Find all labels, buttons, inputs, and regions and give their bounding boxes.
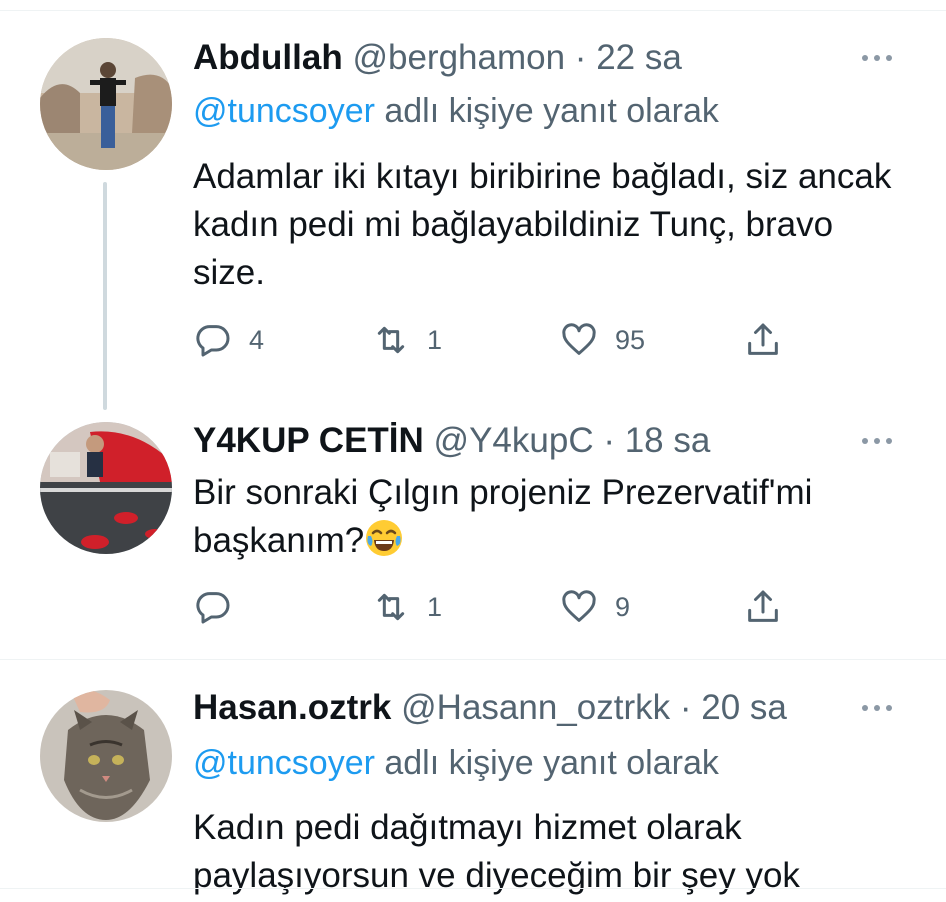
joy-emoji (366, 520, 403, 556)
avatar[interactable] (40, 422, 172, 554)
user-handle[interactable]: @berghamon (352, 38, 565, 77)
tweet-header: Abdullah @berghamon · 22 sa (193, 38, 682, 78)
replying-label: adlı kişiye yanıt olarak (374, 744, 719, 782)
timestamp[interactable]: 18 sa (625, 421, 711, 460)
like-button[interactable]: 95 (559, 320, 645, 360)
timestamp[interactable]: 22 sa (596, 38, 682, 77)
replying-to: @tuncsoyer adlı kişiye yanıt olarak (193, 743, 719, 783)
mention-link[interactable]: @tuncsoyer (193, 92, 375, 130)
more-icon[interactable] (862, 48, 908, 68)
bottom-divider (0, 888, 946, 889)
reply-icon (196, 325, 230, 357)
like-button[interactable]: 9 (559, 587, 630, 627)
reply-button[interactable]: 4 (193, 320, 264, 360)
share-icon (748, 590, 778, 622)
display-name[interactable]: Y4KUP CETİN (193, 421, 424, 460)
reply-button[interactable] (193, 587, 249, 627)
separator: · (603, 421, 615, 460)
share-button[interactable] (743, 320, 783, 360)
replying-label: adlı kişiye yanıt olarak (374, 92, 719, 130)
share-icon (748, 323, 778, 355)
avatar[interactable] (40, 690, 172, 822)
display-name[interactable]: Hasan.oztrk (193, 688, 391, 727)
separator: · (574, 38, 587, 77)
heart-icon (562, 323, 596, 355)
tweet-text-content: Bir sonraki Çılgın projeniz Prezervatif'… (193, 473, 813, 560)
tweet-text: Adamlar iki kıtayı biribirine bağladı, s… (193, 157, 892, 292)
tweet-text: Kadın pedi dağıtmayı hizmet olarak payla… (193, 808, 800, 895)
more-icon[interactable] (862, 431, 908, 451)
tweet-actions: 4 1 95 (193, 320, 913, 360)
tweet-y4kup[interactable]: Y4KUP CETİN @Y4kupC · 18 sa Bir sonraki … (0, 400, 946, 660)
retweet-button[interactable]: 1 (371, 320, 442, 360)
share-button[interactable] (743, 587, 783, 627)
reply-icon (196, 592, 230, 624)
timestamp[interactable]: 20 sa (701, 688, 787, 727)
more-icon[interactable] (862, 698, 908, 718)
display-name[interactable]: Abdullah (193, 38, 343, 77)
avatar[interactable] (40, 38, 172, 170)
retweet-count: 1 (427, 324, 443, 355)
heart-icon (562, 590, 596, 622)
retweet-count: 1 (427, 591, 443, 622)
user-handle[interactable]: @Y4kupC (434, 421, 594, 460)
tweet-actions: 1 9 (193, 587, 913, 627)
user-handle[interactable]: @Hasann_oztrkk (401, 688, 670, 727)
thread-connector (103, 182, 107, 410)
tweet-header: Hasan.oztrk @Hasann_oztrkk · 20 sa (193, 688, 787, 728)
retweet-button[interactable]: 1 (371, 587, 442, 627)
like-count: 95 (615, 324, 646, 355)
retweet-icon (377, 593, 405, 621)
replying-to: @tuncsoyer adlı kişiye yanıt olarak (193, 91, 719, 131)
retweet-icon (377, 326, 405, 354)
separator: · (679, 688, 692, 727)
tweet-header: Y4KUP CETİN @Y4kupC · 18 sa (193, 421, 710, 461)
tweet-abdullah[interactable]: Abdullah @berghamon · 22 sa @tuncsoyer a… (0, 0, 946, 410)
mention-link[interactable]: @tuncsoyer (193, 744, 375, 782)
like-count: 9 (615, 591, 631, 622)
tweet-text: Bir sonraki Çılgın projeniz Prezervatif'… (193, 469, 913, 565)
tweet-hasan[interactable]: Hasan.oztrk @Hasann_oztrkk · 20 sa @tunc… (0, 660, 946, 902)
reply-count: 4 (249, 324, 265, 355)
